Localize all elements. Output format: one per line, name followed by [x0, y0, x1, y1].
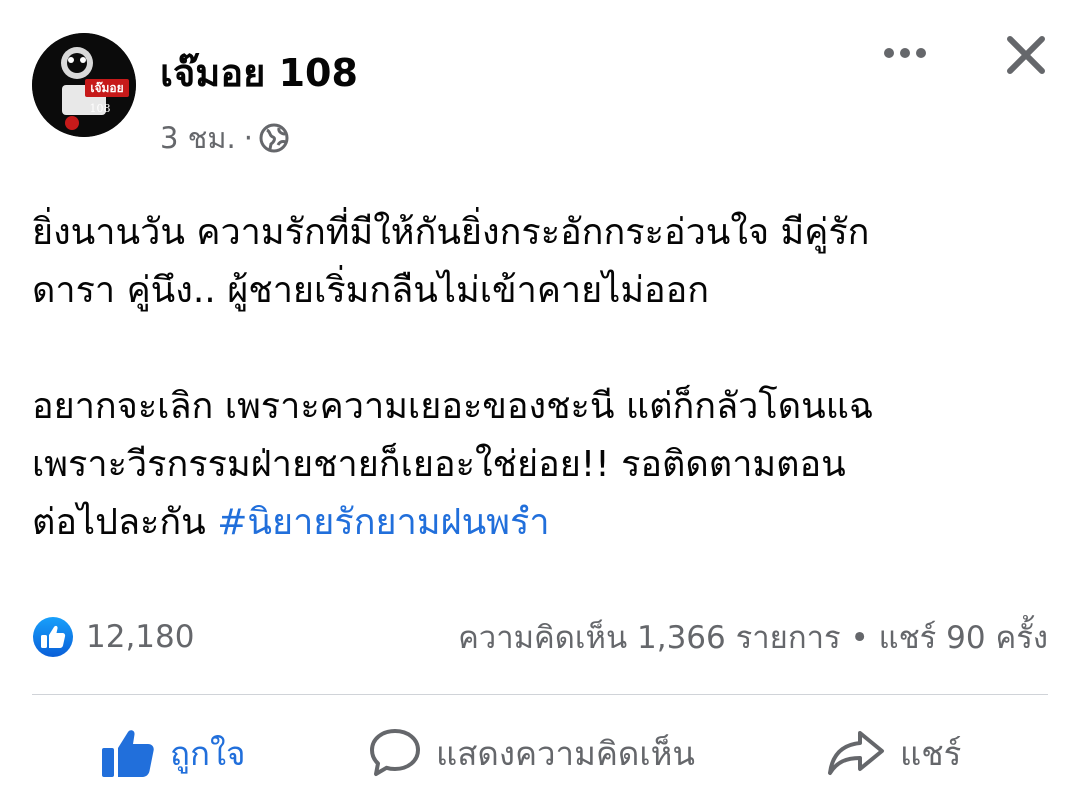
action-bar: ถูกใจ แสดงความคิดเห็น แชร์ [0, 722, 1080, 784]
post-meta: 3 ชม. · [160, 115, 289, 161]
share-label: แชร์ [900, 733, 962, 773]
author-name[interactable]: เจ๊มอย 108 [160, 42, 358, 103]
post-line: ยิ่งนานวัน ความรักที่มีให้กันยิ่งกระอักก… [32, 212, 870, 253]
hashtag-link[interactable]: #นิยายรักยามฝนพรำ [217, 502, 549, 543]
comment-button[interactable]: แสดงความคิดเห็น [368, 722, 695, 784]
like-reaction-icon [33, 617, 73, 657]
more-options-icon[interactable] [880, 36, 930, 70]
share-icon [828, 731, 884, 775]
like-count: 12,180 [86, 619, 195, 655]
post-paragraph: ยิ่งนานวัน ความรักที่มีให้กันยิ่งกระอักก… [32, 204, 1052, 320]
post-line: ดารา คู่นึง.. ผู้ชายเริ่มกลืนไม่เข้าคายไ… [32, 270, 710, 311]
post-paragraph: อยากจะเลิก เพราะความเยอะของชะนี แต่ก็กลั… [32, 378, 1052, 552]
like-label: ถูกใจ [170, 733, 246, 773]
post-line: เพราะวีรกรรมฝ่ายชายก็เยอะใช่ย่อย!! รอติด… [32, 444, 846, 485]
globe-icon [259, 123, 289, 153]
comment-label: แสดงความคิดเห็น [436, 733, 695, 773]
avatar-image: เจ๊มอย 108 [32, 33, 136, 137]
comment-icon [370, 729, 420, 776]
avatar[interactable]: เจ๊มอย 108 [32, 33, 136, 137]
share-button[interactable]: แชร์ [826, 722, 961, 784]
like-button[interactable]: ถูกใจ [100, 722, 245, 784]
engagement-stats: 12,180 ความคิดเห็น 1,366 รายการ • แชร์ 9… [32, 614, 1048, 660]
comments-shares-count[interactable]: ความคิดเห็น 1,366 รายการ • แชร์ 90 ครั้ง [458, 612, 1048, 662]
divider [32, 694, 1048, 695]
thumbs-up-icon [102, 730, 154, 777]
meta-separator: · [243, 121, 253, 155]
reaction-summary[interactable]: 12,180 [32, 616, 194, 658]
close-icon[interactable] [1004, 33, 1048, 77]
svg-text:108: 108 [90, 102, 111, 115]
post-line: อยากจะเลิก เพราะความเยอะของชะนี แต่ก็กลั… [32, 386, 874, 427]
post-time[interactable]: 3 ชม. [160, 115, 236, 161]
svg-text:เจ๊มอย: เจ๊มอย [90, 81, 123, 95]
post-body: ยิ่งนานวัน ความรักที่มีให้กันยิ่งกระอักก… [32, 204, 1052, 552]
post-line: ต่อไปละกัน [32, 502, 218, 543]
